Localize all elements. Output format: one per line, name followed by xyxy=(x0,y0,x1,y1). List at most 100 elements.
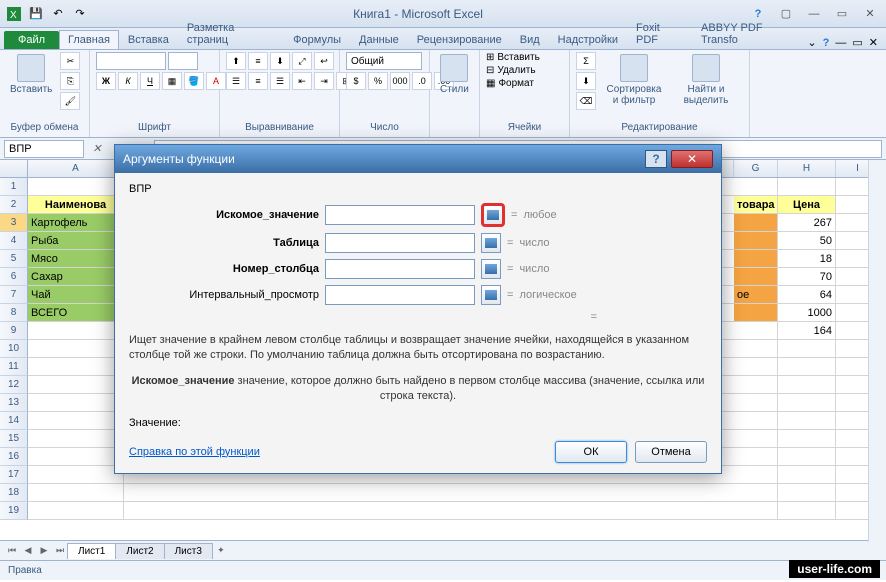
sheet-tab-2[interactable]: Лист2 xyxy=(115,543,164,559)
col-g[interactable]: G xyxy=(734,160,778,177)
help-icon[interactable]: ? xyxy=(823,37,830,49)
align-middle-icon[interactable]: ≡ xyxy=(248,52,268,70)
currency-icon[interactable]: $ xyxy=(346,72,366,90)
fill-icon[interactable]: ⬇ xyxy=(576,72,596,90)
wrap-text-icon[interactable]: ↩ xyxy=(314,52,334,70)
number-format-combo[interactable]: Общий xyxy=(346,52,422,70)
cell[interactable] xyxy=(734,502,778,520)
cell[interactable] xyxy=(734,340,778,358)
cell[interactable] xyxy=(124,484,734,502)
align-bottom-icon[interactable]: ⬇ xyxy=(270,52,290,70)
percent-icon[interactable]: % xyxy=(368,72,388,90)
col-h[interactable]: H xyxy=(778,160,836,177)
cell[interactable]: Сахар xyxy=(28,268,124,286)
redo-icon[interactable]: ↷ xyxy=(70,4,90,24)
sheet-last-icon[interactable]: ⏭ xyxy=(52,543,68,559)
file-tab[interactable]: Файл xyxy=(4,31,59,49)
row-header[interactable]: 19 xyxy=(0,502,28,520)
fill-color-button[interactable]: 🪣 xyxy=(184,72,204,90)
row-header[interactable]: 11 xyxy=(0,358,28,376)
cell[interactable] xyxy=(28,178,124,196)
cell[interactable] xyxy=(778,340,836,358)
cell[interactable]: ое xyxy=(734,286,778,304)
undo-icon[interactable]: ↶ xyxy=(48,4,68,24)
cut-icon[interactable]: ✂ xyxy=(60,52,80,70)
indent-dec-icon[interactable]: ⇤ xyxy=(292,72,312,90)
align-left-icon[interactable]: ☰ xyxy=(226,72,246,90)
row-header[interactable]: 6 xyxy=(0,268,28,286)
cell[interactable] xyxy=(734,232,778,250)
tab-view[interactable]: Вид xyxy=(511,30,549,49)
font-family-combo[interactable] xyxy=(96,52,166,70)
row-header[interactable]: 18 xyxy=(0,484,28,502)
cell[interactable] xyxy=(28,412,124,430)
border-button[interactable]: ▦ xyxy=(162,72,182,90)
cell[interactable] xyxy=(124,502,734,520)
cell[interactable]: Наименова xyxy=(28,196,124,214)
autosum-icon[interactable]: Σ xyxy=(576,52,596,70)
arg-input[interactable] xyxy=(325,205,475,225)
dialog-close-button[interactable]: ✕ xyxy=(671,150,713,168)
cell[interactable]: 164 xyxy=(778,322,836,340)
clear-icon[interactable]: ⌫ xyxy=(576,92,596,110)
sheet-first-icon[interactable]: ⏮ xyxy=(4,543,20,559)
format-cells-button[interactable]: ▦Формат xyxy=(486,78,534,89)
cell[interactable] xyxy=(734,448,778,466)
row-header[interactable]: 8 xyxy=(0,304,28,322)
cell[interactable] xyxy=(28,430,124,448)
sheet-tab-1[interactable]: Лист1 xyxy=(67,543,116,559)
cell[interactable]: Рыба xyxy=(28,232,124,250)
cell[interactable] xyxy=(734,322,778,340)
cell[interactable] xyxy=(734,394,778,412)
cell[interactable] xyxy=(734,268,778,286)
cell[interactable] xyxy=(778,466,836,484)
cell[interactable] xyxy=(778,178,836,196)
cell[interactable] xyxy=(28,484,124,502)
styles-button[interactable]: Стили xyxy=(436,52,473,97)
sort-filter-button[interactable]: Сортировка и фильтр xyxy=(600,52,668,108)
cell[interactable]: Цена xyxy=(778,196,836,214)
copy-icon[interactable]: ⎘ xyxy=(60,72,80,90)
range-selector-button[interactable] xyxy=(481,233,501,253)
select-all-corner[interactable] xyxy=(0,160,28,177)
paste-button[interactable]: Вставить xyxy=(6,52,56,97)
cell[interactable]: товара xyxy=(734,196,778,214)
align-right-icon[interactable]: ☰ xyxy=(270,72,290,90)
cell[interactable] xyxy=(778,430,836,448)
cell[interactable] xyxy=(28,376,124,394)
tab-foxit[interactable]: Foxit PDF xyxy=(627,18,692,49)
close-icon[interactable]: ✕ xyxy=(858,5,882,23)
comma-icon[interactable]: 000 xyxy=(390,72,410,90)
align-top-icon[interactable]: ⬆ xyxy=(226,52,246,70)
cell[interactable]: Мясо xyxy=(28,250,124,268)
row-header[interactable]: 4 xyxy=(0,232,28,250)
cell[interactable]: 70 xyxy=(778,268,836,286)
cell[interactable] xyxy=(778,484,836,502)
cell[interactable] xyxy=(734,466,778,484)
cell[interactable] xyxy=(734,430,778,448)
italic-button[interactable]: К xyxy=(118,72,138,90)
doc-close-icon[interactable]: ✕ xyxy=(869,36,878,49)
tab-insert[interactable]: Вставка xyxy=(119,30,178,49)
doc-max-icon[interactable]: ▭ xyxy=(852,36,862,49)
cell[interactable] xyxy=(28,358,124,376)
save-icon[interactable]: 💾 xyxy=(26,4,46,24)
tab-page-layout[interactable]: Разметка страниц xyxy=(178,18,284,49)
cell[interactable]: 18 xyxy=(778,250,836,268)
row-header[interactable]: 1 xyxy=(0,178,28,196)
tab-formulas[interactable]: Формулы xyxy=(284,30,350,49)
cell[interactable]: 267 xyxy=(778,214,836,232)
cell[interactable] xyxy=(28,466,124,484)
cell[interactable] xyxy=(778,394,836,412)
name-box[interactable]: ВПР xyxy=(4,140,84,158)
new-sheet-icon[interactable]: ✦ xyxy=(213,543,229,559)
font-size-combo[interactable] xyxy=(168,52,198,70)
cancel-formula-icon[interactable]: ✕ xyxy=(88,140,106,158)
row-header[interactable]: 3 xyxy=(0,214,28,232)
arg-input[interactable] xyxy=(325,259,475,279)
cell[interactable] xyxy=(734,178,778,196)
insert-cells-button[interactable]: ⊞Вставить xyxy=(486,52,540,63)
cell[interactable] xyxy=(28,394,124,412)
row-header[interactable]: 15 xyxy=(0,430,28,448)
cell[interactable]: ВСЕГО xyxy=(28,304,124,322)
